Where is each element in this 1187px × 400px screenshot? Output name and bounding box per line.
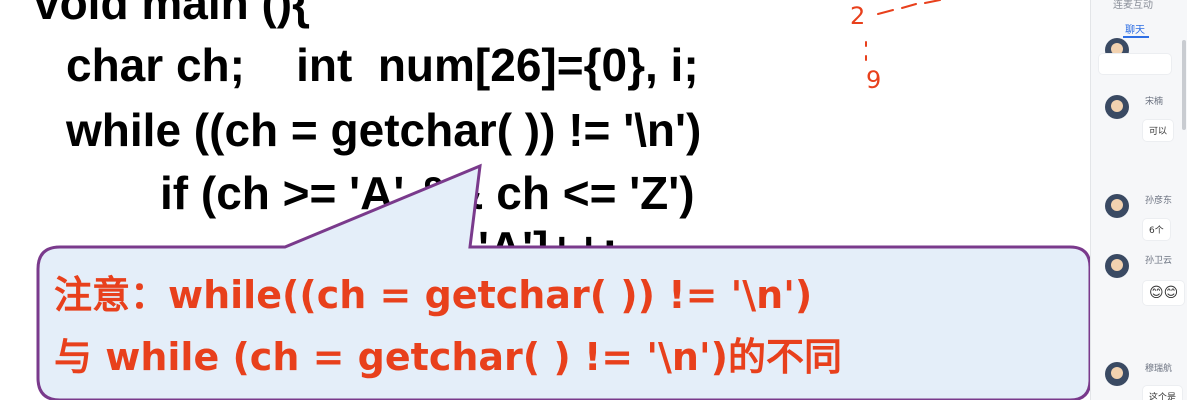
avatar — [1105, 254, 1129, 278]
callout-line-2: 与 while (ch = getchar( ) != '\n')的不同 — [54, 335, 842, 379]
chat-message-bubble — [1099, 54, 1171, 74]
avatar — [1105, 362, 1129, 386]
slide-canvas: void main (){ char ch; int num[26]={0}, … — [0, 0, 1090, 400]
tab-voice-interaction[interactable]: 连麦互动 — [1113, 0, 1153, 11]
callout-line-1: 注意：while((ch = getchar( )) != '\n') — [54, 273, 813, 317]
chat-message-bubble: 这个是 — [1143, 386, 1183, 400]
chat-message-bubble: 6个 — [1143, 219, 1170, 240]
chat-panel: 连麦互动 聊天 宋楠 可以 孙彦东 6个 孙卫云 😊😊 穆瑞航 这个是 — [1090, 0, 1187, 400]
tab-chat-underline — [1123, 36, 1149, 38]
chat-message-bubble: 😊😊 — [1143, 281, 1185, 305]
chat-username: 孙卫云 — [1145, 256, 1173, 266]
chat-username: 孙彦东 — [1145, 196, 1173, 206]
chat-message-bubble: 可以 — [1143, 120, 1174, 141]
chat-scrollbar[interactable] — [1182, 40, 1186, 130]
avatar — [1105, 194, 1129, 218]
chat-username: 宋楠 — [1145, 97, 1164, 107]
tab-chat[interactable]: 聊天 — [1125, 21, 1145, 36]
avatar — [1105, 95, 1129, 119]
chat-username: 穆瑞航 — [1145, 364, 1173, 374]
